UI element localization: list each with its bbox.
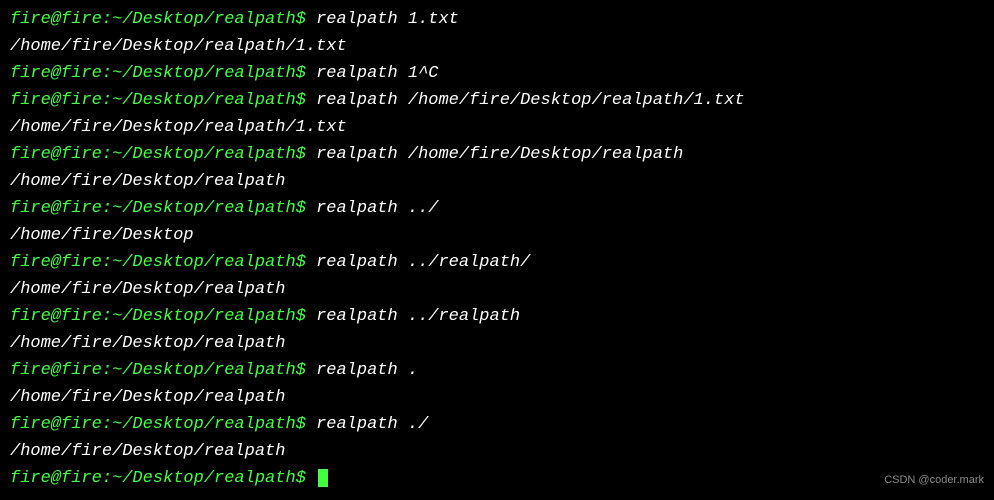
command-text: realpath ../realpath/ <box>316 253 530 272</box>
terminal-line: fire@fire:~/Desktop/realpath$ realpath .… <box>10 411 984 438</box>
output-text: /home/fire/Desktop/realpath <box>10 334 285 353</box>
command-text: realpath ../ <box>316 199 438 218</box>
terminal-line: fire@fire:~/Desktop/realpath$ realpath 1… <box>10 60 984 87</box>
terminal-line: /home/fire/Desktop/realpath <box>10 438 984 465</box>
cursor-icon <box>318 469 328 487</box>
output-text: /home/fire/Desktop/realpath <box>10 280 285 299</box>
shell-prompt: fire@fire:~/Desktop/realpath$ <box>10 91 316 110</box>
shell-prompt: fire@fire:~/Desktop/realpath$ <box>10 145 316 164</box>
terminal-output[interactable]: fire@fire:~/Desktop/realpath$ realpath 1… <box>10 6 984 492</box>
shell-prompt: fire@fire:~/Desktop/realpath$ <box>10 469 316 488</box>
command-text: realpath /home/fire/Desktop/realpath/1.t… <box>316 91 744 110</box>
terminal-line: fire@fire:~/Desktop/realpath$ realpath /… <box>10 87 984 114</box>
terminal-line: fire@fire:~/Desktop/realpath$ <box>10 465 984 492</box>
shell-prompt: fire@fire:~/Desktop/realpath$ <box>10 64 316 83</box>
command-text: realpath 1^C <box>316 64 438 83</box>
terminal-line: /home/fire/Desktop/realpath <box>10 276 984 303</box>
shell-prompt: fire@fire:~/Desktop/realpath$ <box>10 10 316 29</box>
terminal-line: /home/fire/Desktop/realpath <box>10 330 984 357</box>
watermark: CSDN @coder.mark <box>884 467 984 494</box>
shell-prompt: fire@fire:~/Desktop/realpath$ <box>10 199 316 218</box>
command-text: realpath /home/fire/Desktop/realpath <box>316 145 683 164</box>
terminal-line: /home/fire/Desktop/realpath/1.txt <box>10 33 984 60</box>
terminal-line: /home/fire/Desktop/realpath <box>10 384 984 411</box>
output-text: /home/fire/Desktop/realpath/1.txt <box>10 118 347 137</box>
command-text: realpath ./ <box>316 415 428 434</box>
output-text: /home/fire/Desktop/realpath <box>10 388 285 407</box>
command-text: realpath ../realpath <box>316 307 520 326</box>
command-text: realpath . <box>316 361 418 380</box>
terminal-line: fire@fire:~/Desktop/realpath$ realpath /… <box>10 141 984 168</box>
command-text: realpath 1.txt <box>316 10 459 29</box>
shell-prompt: fire@fire:~/Desktop/realpath$ <box>10 253 316 272</box>
terminal-line: fire@fire:~/Desktop/realpath$ realpath 1… <box>10 6 984 33</box>
terminal-line: fire@fire:~/Desktop/realpath$ realpath .… <box>10 303 984 330</box>
shell-prompt: fire@fire:~/Desktop/realpath$ <box>10 361 316 380</box>
shell-prompt: fire@fire:~/Desktop/realpath$ <box>10 307 316 326</box>
output-text: /home/fire/Desktop/realpath/1.txt <box>10 37 347 56</box>
terminal-line: /home/fire/Desktop <box>10 222 984 249</box>
terminal-line: /home/fire/Desktop/realpath <box>10 168 984 195</box>
shell-prompt: fire@fire:~/Desktop/realpath$ <box>10 415 316 434</box>
terminal-line: fire@fire:~/Desktop/realpath$ realpath . <box>10 357 984 384</box>
output-text: /home/fire/Desktop/realpath <box>10 172 285 191</box>
terminal-line: fire@fire:~/Desktop/realpath$ realpath .… <box>10 195 984 222</box>
terminal-line: /home/fire/Desktop/realpath/1.txt <box>10 114 984 141</box>
output-text: /home/fire/Desktop/realpath <box>10 442 285 461</box>
output-text: /home/fire/Desktop <box>10 226 194 245</box>
terminal-line: fire@fire:~/Desktop/realpath$ realpath .… <box>10 249 984 276</box>
